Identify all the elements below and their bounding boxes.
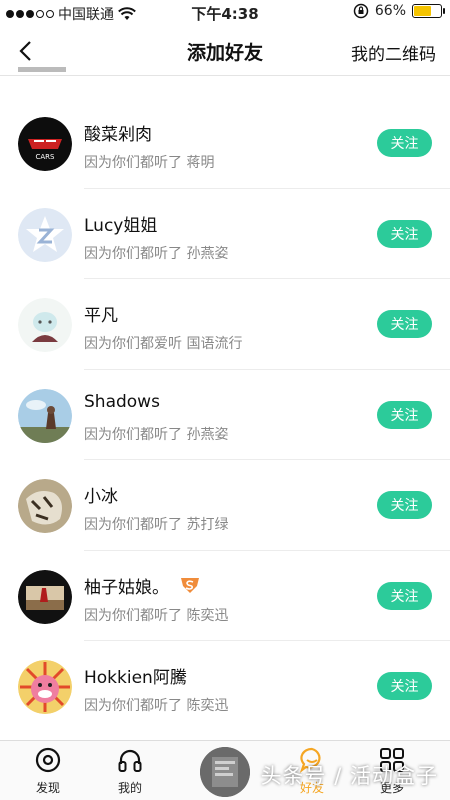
battery-icon [412,4,445,18]
avatar[interactable] [18,660,72,714]
avatar[interactable]: CARS [18,117,72,171]
back-button[interactable] [10,34,40,68]
avatar[interactable] [18,388,72,443]
watermark: 头条号 / 活动盒子 [260,764,438,788]
friend-reason: 因为你们都听了 孙燕姿 [84,245,229,262]
list-item[interactable]: Lucy姐姐 因为你们都听了 孙燕姿 关注 [0,189,450,279]
follow-button[interactable]: 关注 [377,581,432,610]
tab-mine-label: 我的 [117,781,142,795]
friend-reason: 因为你们都听了 蒋明 [84,155,215,171]
tab-mine[interactable]: 我的 [100,747,160,796]
headphones-icon [118,749,142,772]
album-art-icon [200,747,250,797]
discover-icon [35,747,61,773]
cut-off-section-header [18,66,88,80]
friend-suggestion-list: CARS 酸菜剁肉 因为你们都听了 蒋明 关注 Lucy姐姐 因为你们都听了 孙… [0,98,450,732]
status-bar: 中国联通 下午4:38 66% [0,0,450,26]
follow-button[interactable]: 关注 [377,129,432,157]
list-item[interactable]: Shadows 因为你们都听了 孙燕姿 关注 [0,370,450,460]
friend-reason: 因为你们都听了 苏打绿 [84,517,229,533]
follow-button[interactable]: 关注 [377,310,432,338]
friend-reason: 因为你们都听了 孙燕姿 [84,426,229,443]
avatar[interactable] [18,479,72,533]
chevron-left-icon [19,41,31,61]
tab-discover[interactable]: 发现 [18,747,78,796]
friend-reason: 因为你们都听了 陈奕迅 [84,607,229,624]
follow-button[interactable]: 关注 [377,400,432,429]
friend-name: 柚子姑娘。 [84,573,201,598]
svg-text:CARS: CARS [36,153,56,161]
follow-button[interactable]: 关注 [377,219,432,248]
tab-bar: 发现 我的 好友 更多 头条号 / 活动盒子 [0,740,450,800]
friend-name: 小冰 [84,487,118,507]
my-qr-code-button[interactable]: 我的二维码 [351,40,436,65]
avatar[interactable] [18,207,72,262]
tab-discover-label: 发现 [35,781,60,795]
now-playing-cover[interactable] [200,747,250,797]
friend-reason: 因为你们都听了 陈奕迅 [84,698,229,714]
list-item[interactable]: 小冰 因为你们都听了 苏打绿 关注 [0,460,450,551]
avatar[interactable] [18,569,72,624]
avatar[interactable] [18,298,72,352]
vip-badge-icon [181,578,199,593]
list-item[interactable]: Hokkien阿騰 因为你们都听了 陈奕迅 关注 [0,641,450,732]
friend-name-text: 柚子姑娘。 [84,577,169,598]
status-right: 66% [353,3,445,19]
friend-name: Lucy姐姐 [84,215,158,236]
list-item[interactable]: 柚子姑娘。 因为你们都听了 陈奕迅 关注 [0,551,450,641]
friend-name: Hokkien阿騰 [84,668,187,688]
friend-name: 平凡 [84,306,118,326]
battery-label: 66% [374,3,406,19]
follow-button[interactable]: 关注 [377,491,432,519]
friend-reason: 因为你们都爱听 国语流行 [84,336,243,352]
list-item[interactable]: 平凡 因为你们都爱听 国语流行 关注 [0,279,450,370]
friend-name: 酸菜剁肉 [84,125,152,145]
friend-name: Shadows [84,391,160,412]
list-item[interactable]: CARS 酸菜剁肉 因为你们都听了 蒋明 关注 [0,98,450,189]
follow-button[interactable]: 关注 [377,672,432,700]
rotation-lock-icon [353,3,369,19]
